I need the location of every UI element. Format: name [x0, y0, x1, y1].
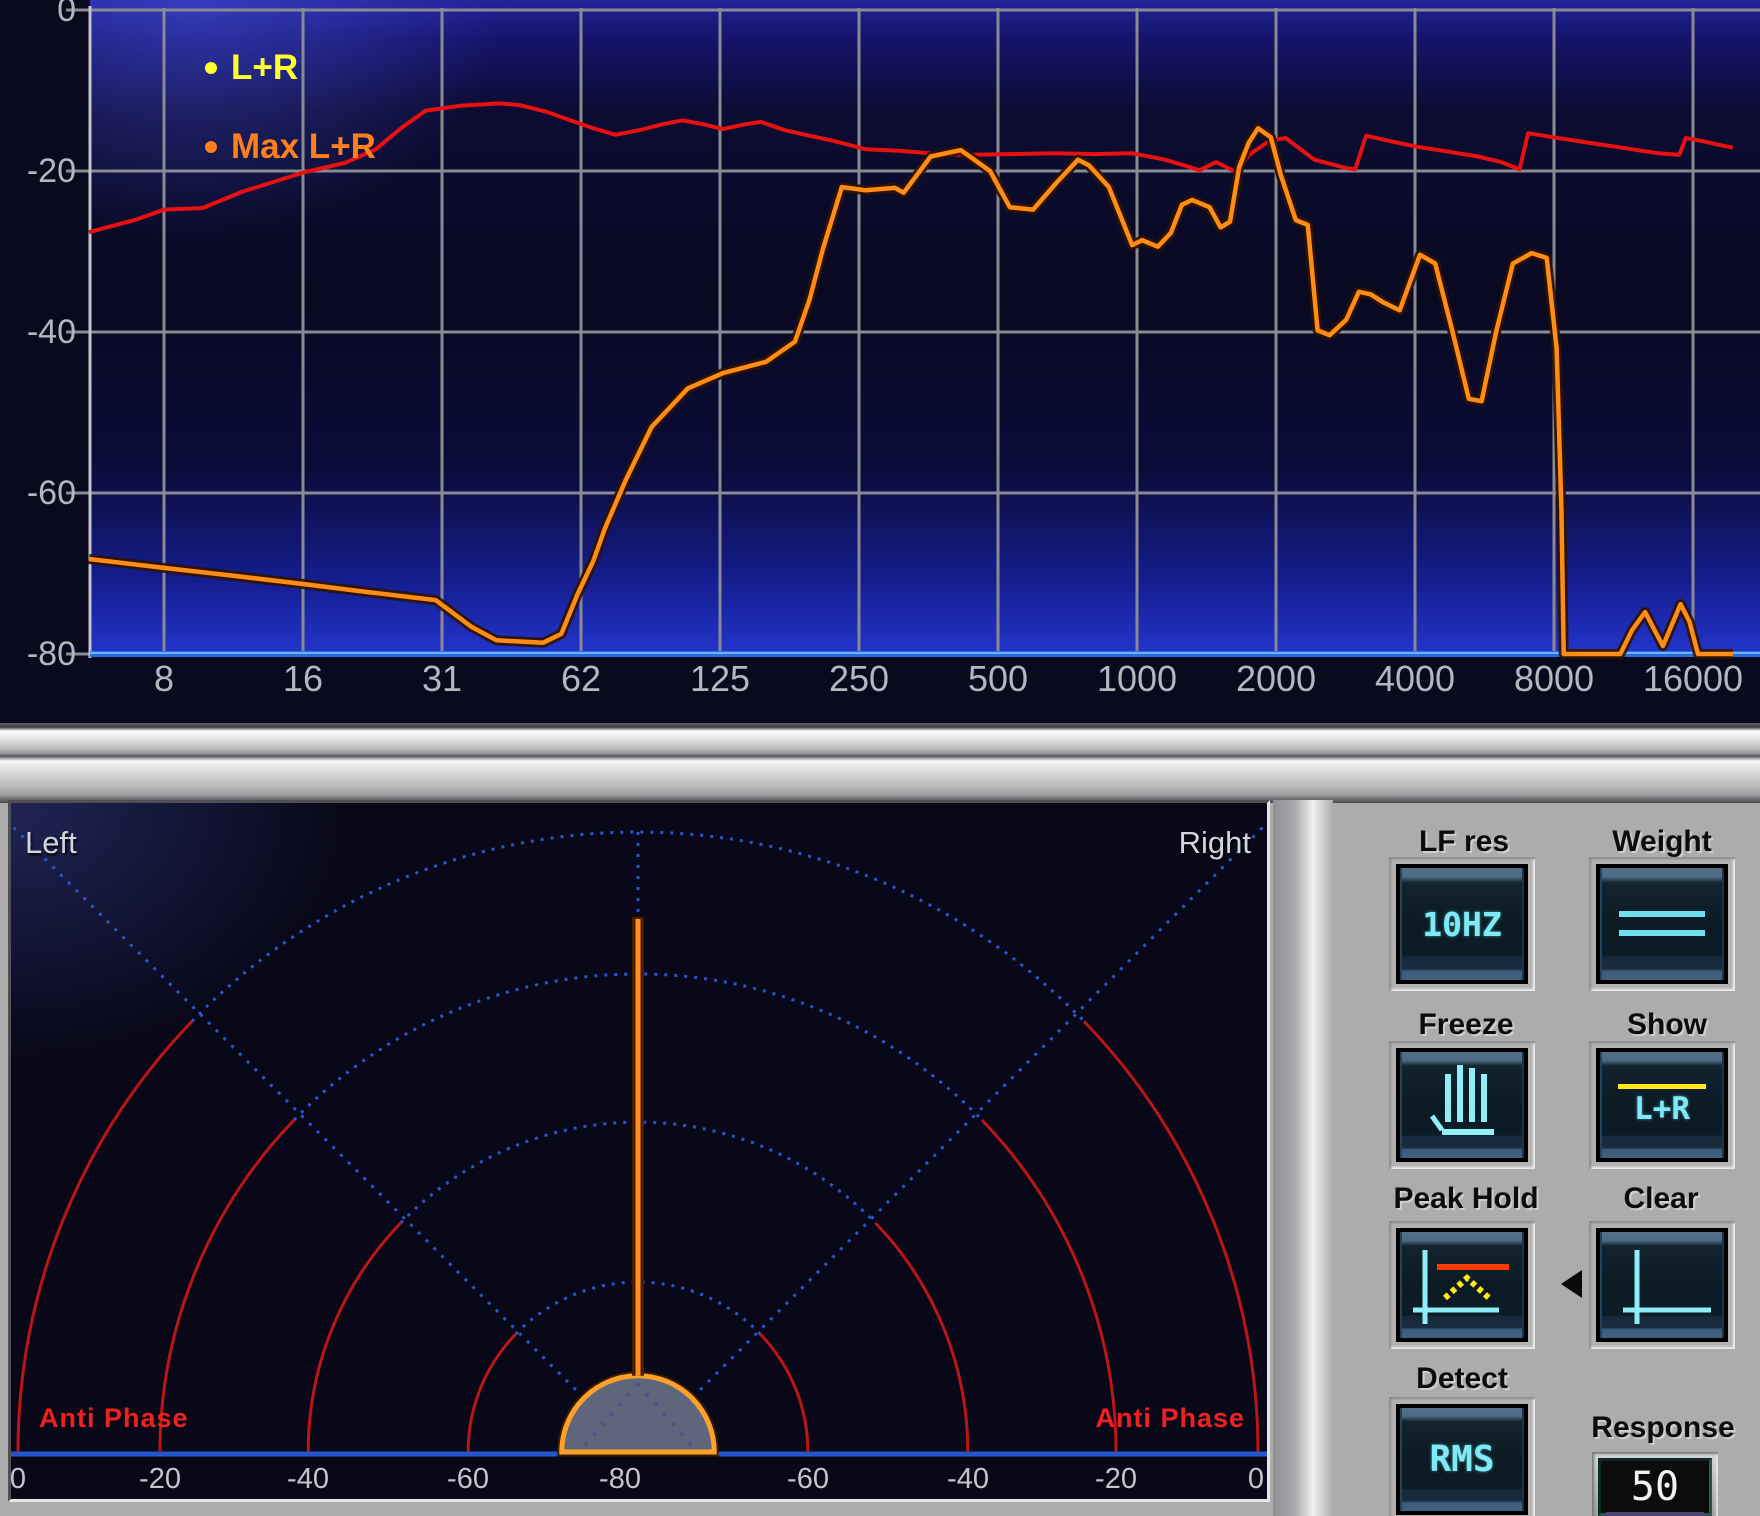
panel-divider[interactable] [0, 723, 1760, 803]
legend-item-max-lr[interactable]: Max L+R [205, 127, 376, 167]
phase-grid [11, 803, 1267, 1499]
phase-scale-label: -40 [287, 1463, 329, 1496]
stereo-position-scope: Left Right Anti Phase Anti Phase 0 -20 -40… [8, 800, 1270, 1502]
response-field[interactable]: 50 [1592, 1452, 1718, 1516]
detect-label: Detect [1416, 1362, 1508, 1396]
left-channel-label: Left [25, 825, 77, 861]
frequency-tick-label: 250 [829, 658, 889, 700]
anti-phase-right-label: Anti Phase [1095, 1403, 1245, 1434]
frequency-tick-label: 16 [283, 658, 323, 700]
frequency-tick-label: 31 [422, 658, 462, 700]
weight-button[interactable] [1589, 857, 1735, 991]
clear-axes-icon [1607, 1238, 1717, 1332]
response-slider-track[interactable] [1606, 1512, 1704, 1516]
legend-item-lr[interactable]: L+R [205, 48, 298, 88]
show-button[interactable]: L+R [1589, 1041, 1735, 1169]
show-trace-icon [1618, 1084, 1706, 1089]
freeze-label: Freeze [1418, 1008, 1513, 1042]
weight-label: Weight [1612, 825, 1711, 859]
db-tick-label: -80 [14, 635, 76, 674]
lf-res-label: LF res [1419, 825, 1509, 859]
detect-value: RMS [1429, 1439, 1494, 1480]
paz-analyzer-window: 0-20-40-60-80 81631621252505001000200040… [0, 0, 1760, 1516]
detect-button[interactable]: RMS [1389, 1397, 1535, 1516]
phase-scale-label: 0 [10, 1463, 26, 1496]
legend-label-lr: L+R [231, 48, 298, 88]
legend-dot-max-lr [205, 141, 217, 153]
legend-dot-lr [205, 62, 217, 74]
frequency-tick-label: 8000 [1514, 658, 1594, 700]
db-tick-label: -40 [14, 313, 76, 352]
phase-scale-label: 0 [1248, 1463, 1264, 1496]
response-label: Response [1591, 1411, 1734, 1445]
peak-hold-icon [1407, 1238, 1517, 1332]
frequency-tick-label: 62 [561, 658, 601, 700]
lf-res-button[interactable]: 10HZ [1389, 857, 1535, 991]
clear-button[interactable] [1589, 1221, 1735, 1349]
phase-scale-label: -60 [787, 1463, 829, 1496]
phase-scale-label: -40 [947, 1463, 989, 1496]
freeze-button[interactable] [1389, 1041, 1535, 1169]
spectrum-plot [0, 0, 1760, 723]
right-channel-label: Right [1179, 825, 1251, 861]
anti-phase-left-label: Anti Phase [39, 1403, 189, 1434]
frequency-tick-label: 500 [968, 658, 1028, 700]
phase-scale-label: -20 [139, 1463, 181, 1496]
frequency-tick-label: 1000 [1097, 658, 1177, 700]
clear-label: Clear [1623, 1182, 1698, 1216]
phase-scale-label: -60 [447, 1463, 489, 1496]
collapse-arrow-icon[interactable] [1561, 1270, 1582, 1298]
peak-hold-button[interactable] [1389, 1221, 1535, 1349]
frequency-tick-label: 16000 [1643, 658, 1743, 700]
db-tick-label: -20 [14, 152, 76, 191]
frequency-tick-label: 4000 [1375, 658, 1455, 700]
scope-bezel [1273, 800, 1333, 1516]
peak-hold-label: Peak Hold [1393, 1182, 1538, 1216]
show-value: L+R [1634, 1091, 1690, 1127]
lf-res-value: 10HZ [1422, 905, 1501, 944]
phase-scale-label: -20 [1095, 1463, 1137, 1496]
freeze-hand-icon [1412, 1060, 1512, 1150]
show-label: Show [1627, 1008, 1707, 1042]
legend-label-max-lr: Max L+R [231, 127, 376, 167]
db-tick-label: -60 [14, 474, 76, 513]
response-value: 50 [1631, 1464, 1679, 1510]
db-tick-label: 0 [14, 0, 76, 30]
phase-scale-label: -80 [599, 1463, 641, 1496]
frequency-tick-label: 8 [154, 658, 174, 700]
frequency-tick-label: 2000 [1236, 658, 1316, 700]
max-lr-trace [89, 103, 1733, 232]
flat-weight-icon [1614, 903, 1710, 945]
frequency-tick-label: 125 [690, 658, 750, 700]
spectrum-display: 0 -20 -40 -60 -80 8 16 31 62 125 250 500 1000 2000 40… [0, 0, 1760, 723]
